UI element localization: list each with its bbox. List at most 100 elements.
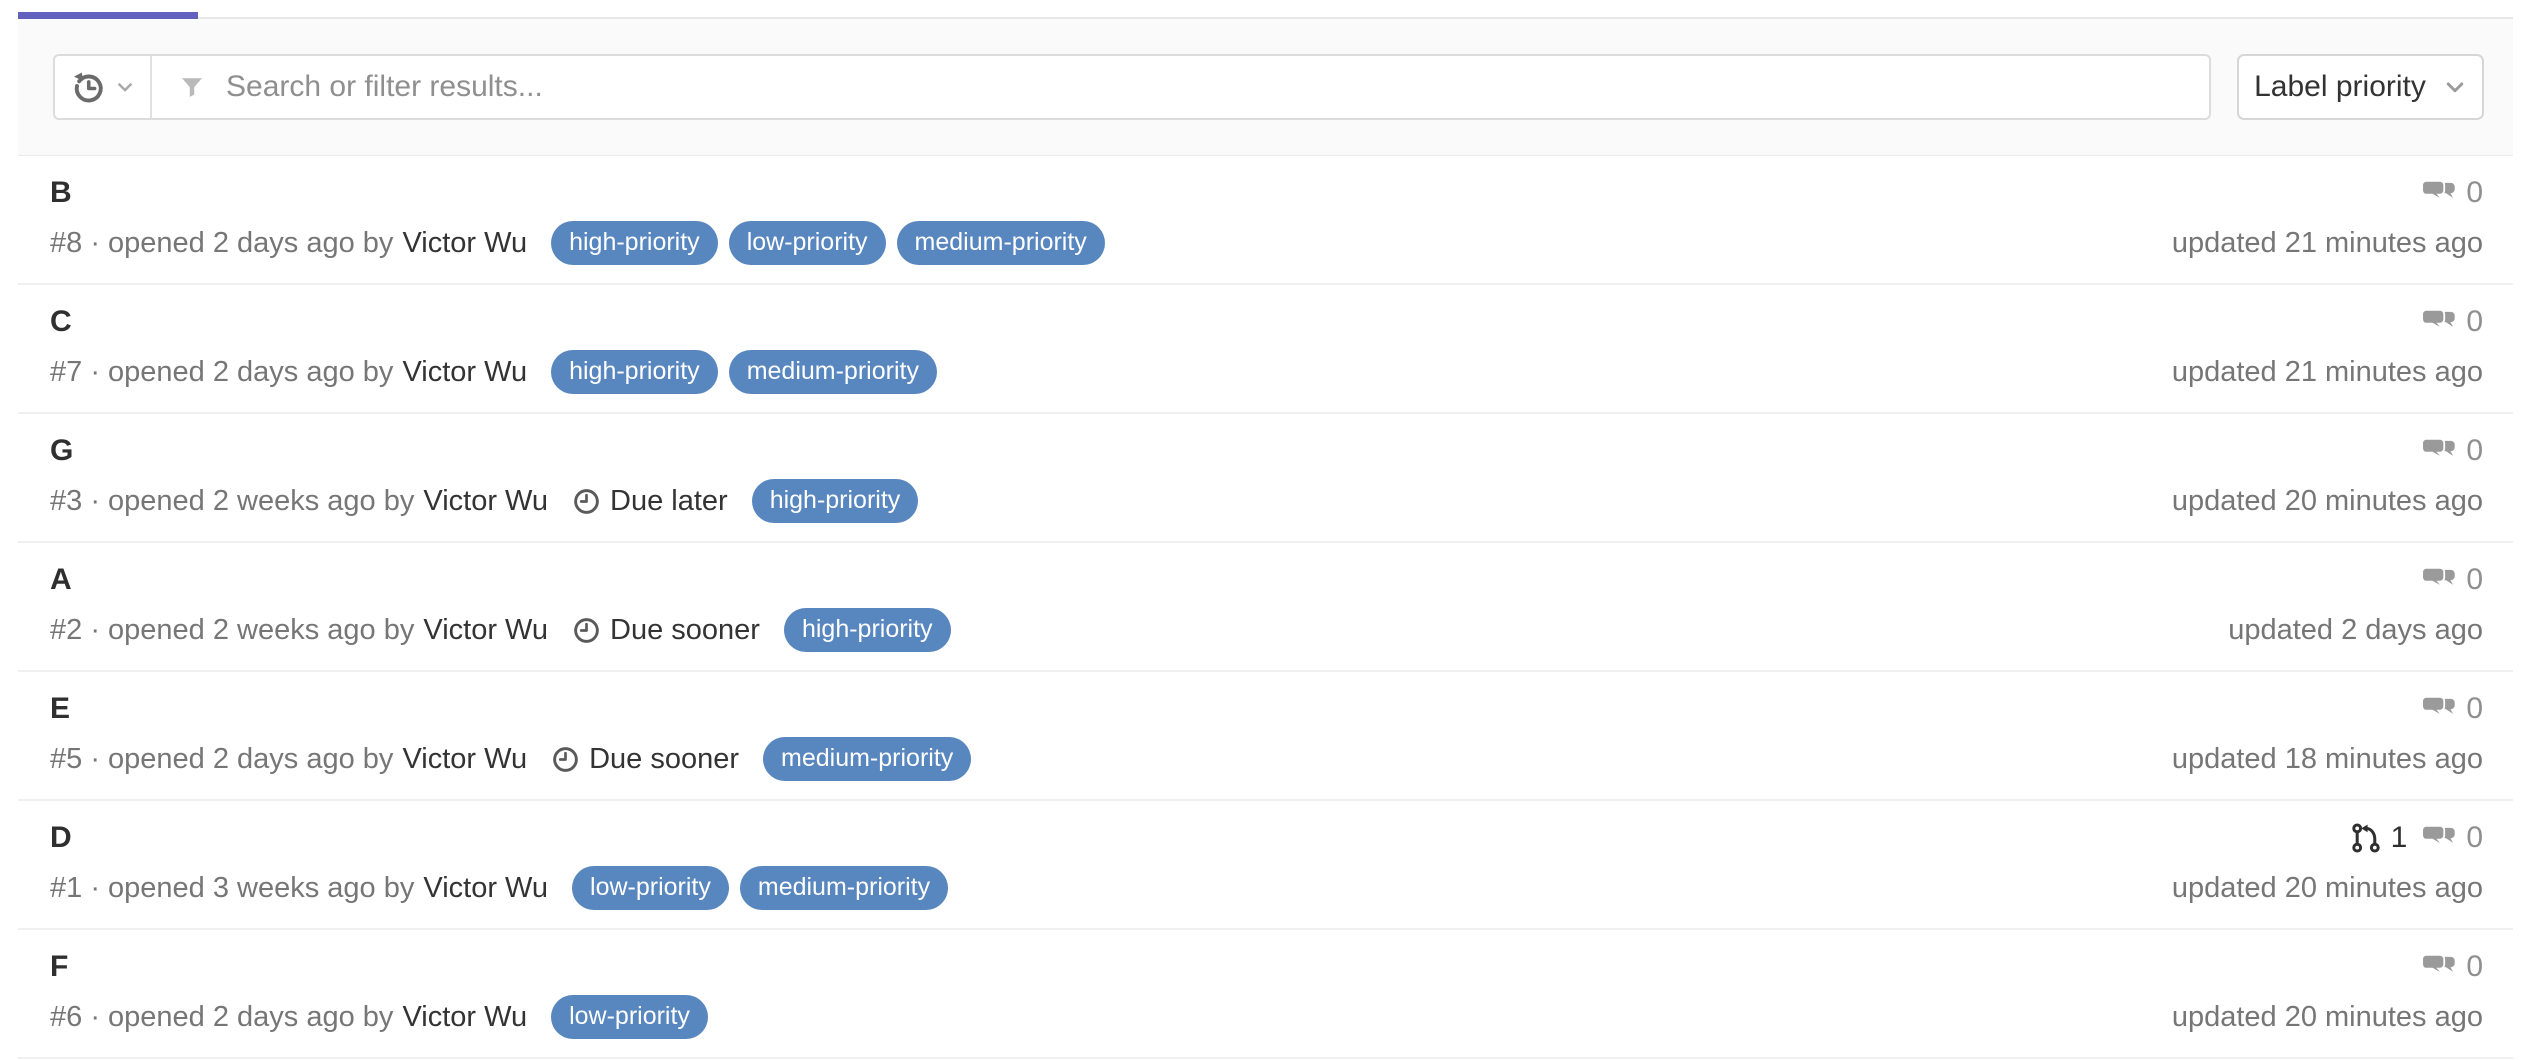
label-pill[interactable]: medium-priority — [729, 350, 937, 394]
issue-labels: high-priority — [784, 608, 951, 652]
comments-icon — [2421, 824, 2457, 853]
issue-updated: updated 20 minutes ago — [2172, 485, 2483, 518]
issue-side: 0 updated 20 minutes ago — [2172, 430, 2483, 541]
comment-count: 0 — [2466, 176, 2483, 210]
issue-title[interactable]: D — [50, 821, 72, 855]
issue-title[interactable]: A — [50, 563, 72, 597]
issue-main: B #8 · opened 2 days ago by Victor Wu hi… — [50, 172, 1105, 283]
issue-main: G #3 · opened 2 weeks ago by Victor Wu D… — [50, 430, 918, 541]
comment-count-group[interactable]: 0 — [2421, 176, 2483, 210]
issue-title[interactable]: E — [50, 692, 70, 726]
recent-searches-button[interactable] — [55, 56, 152, 118]
issue-labels: high-prioritymedium-priority — [551, 350, 937, 394]
issue-updated: updated 2 days ago — [2228, 614, 2483, 647]
issue-title[interactable]: B — [50, 176, 72, 210]
filtered-search-box — [53, 54, 2211, 120]
issue-main: A #2 · opened 2 weeks ago by Victor Wu D… — [50, 559, 951, 670]
issue-meta: #8 · opened 2 days ago by — [50, 227, 393, 260]
issue-labels: high-prioritylow-prioritymedium-priority — [551, 221, 1105, 265]
issue-author[interactable]: Victor Wu — [402, 743, 527, 776]
issue-row: B #8 · opened 2 days ago by Victor Wu hi… — [18, 156, 2513, 285]
label-pill[interactable]: low-priority — [572, 866, 729, 910]
history-icon — [70, 69, 106, 105]
issue-meta: #5 · opened 2 days ago by — [50, 743, 393, 776]
comments-icon — [2421, 308, 2457, 337]
issue-author[interactable]: Victor Wu — [423, 614, 548, 647]
tab-bar — [18, 0, 2513, 19]
label-pill[interactable]: high-priority — [752, 479, 919, 523]
issue-main: C #7 · opened 2 days ago by Victor Wu hi… — [50, 301, 937, 412]
comment-count-group[interactable]: 0 — [2421, 563, 2483, 597]
issue-author[interactable]: Victor Wu — [423, 485, 548, 518]
comment-count-group[interactable]: 0 — [2421, 821, 2483, 855]
filter-bar: Label priority — [18, 19, 2513, 156]
issue-meta: #6 · opened 2 days ago by — [50, 1001, 393, 1034]
sort-dropdown-label: Label priority — [2254, 70, 2426, 104]
mr-count: 1 — [2391, 821, 2408, 855]
filter-funnel-icon — [178, 73, 206, 101]
comment-count: 0 — [2466, 434, 2483, 468]
milestone-label: Due later — [610, 485, 728, 518]
issue-meta: #7 · opened 2 days ago by — [50, 356, 393, 389]
label-pill[interactable]: medium-priority — [740, 866, 948, 910]
label-pill[interactable]: high-priority — [551, 221, 718, 265]
issue-milestone[interactable]: Due sooner — [551, 743, 739, 776]
issue-side: 0 updated 2 days ago — [2228, 559, 2483, 670]
issue-updated: updated 18 minutes ago — [2172, 743, 2483, 776]
issue-row: D #1 · opened 3 weeks ago by Victor Wu l… — [18, 801, 2513, 930]
issue-side: 0 updated 20 minutes ago — [2172, 946, 2483, 1057]
comment-count: 0 — [2466, 563, 2483, 597]
comment-count: 0 — [2466, 821, 2483, 855]
clock-icon — [572, 487, 601, 516]
comments-icon — [2421, 953, 2457, 982]
issue-main: F #6 · opened 2 days ago by Victor Wu lo… — [50, 946, 708, 1057]
comment-count: 0 — [2466, 305, 2483, 339]
label-pill[interactable]: medium-priority — [763, 737, 971, 781]
label-pill[interactable]: medium-priority — [897, 221, 1105, 265]
issue-meta: #3 · opened 2 weeks ago by — [50, 485, 414, 518]
comment-count-group[interactable]: 0 — [2421, 305, 2483, 339]
comment-count-group[interactable]: 0 — [2421, 692, 2483, 726]
mr-count-group[interactable]: 1 — [2350, 821, 2408, 855]
issue-title[interactable]: G — [50, 434, 73, 468]
issue-row: C #7 · opened 2 days ago by Victor Wu hi… — [18, 285, 2513, 414]
label-pill[interactable]: low-priority — [729, 221, 886, 265]
issue-author[interactable]: Victor Wu — [402, 227, 527, 260]
issue-author[interactable]: Victor Wu — [402, 1001, 527, 1034]
issue-labels: low-prioritymedium-priority — [572, 866, 948, 910]
comments-icon — [2421, 566, 2457, 595]
active-tab-indicator[interactable] — [18, 12, 198, 19]
issue-author[interactable]: Victor Wu — [402, 356, 527, 389]
milestone-label: Due sooner — [610, 614, 760, 647]
issue-author[interactable]: Victor Wu — [423, 872, 548, 905]
issue-labels: low-priority — [551, 995, 708, 1039]
issues-page: Label priority B #8 · opened 2 days ago … — [18, 0, 2513, 1059]
issue-row: F #6 · opened 2 days ago by Victor Wu lo… — [18, 930, 2513, 1059]
clock-icon — [572, 616, 601, 645]
label-pill[interactable]: low-priority — [551, 995, 708, 1039]
search-area — [152, 56, 2209, 118]
chevron-down-icon — [115, 77, 135, 97]
issue-title[interactable]: F — [50, 950, 68, 984]
issue-milestone[interactable]: Due later — [572, 485, 728, 518]
chevron-down-icon — [2443, 75, 2467, 99]
issue-main: D #1 · opened 3 weeks ago by Victor Wu l… — [50, 817, 948, 928]
comment-count: 0 — [2466, 950, 2483, 984]
comments-icon — [2421, 437, 2457, 466]
search-input[interactable] — [226, 70, 2209, 104]
sort-dropdown-button[interactable]: Label priority — [2237, 54, 2484, 120]
issue-meta: #2 · opened 2 weeks ago by — [50, 614, 414, 647]
comments-icon — [2421, 695, 2457, 724]
issue-side: 0 updated 21 minutes ago — [2172, 172, 2483, 283]
issue-side: 1 0 updated 20 minutes ago — [2172, 817, 2483, 928]
issue-side: 0 updated 18 minutes ago — [2172, 688, 2483, 799]
comment-count-group[interactable]: 0 — [2421, 434, 2483, 468]
comment-count-group[interactable]: 0 — [2421, 950, 2483, 984]
issue-milestone[interactable]: Due sooner — [572, 614, 760, 647]
label-pill[interactable]: high-priority — [784, 608, 951, 652]
label-pill[interactable]: high-priority — [551, 350, 718, 394]
issue-row: E #5 · opened 2 days ago by Victor Wu Du… — [18, 672, 2513, 801]
issue-title[interactable]: C — [50, 305, 72, 339]
comment-count: 0 — [2466, 692, 2483, 726]
issues-list: B #8 · opened 2 days ago by Victor Wu hi… — [18, 156, 2513, 1059]
